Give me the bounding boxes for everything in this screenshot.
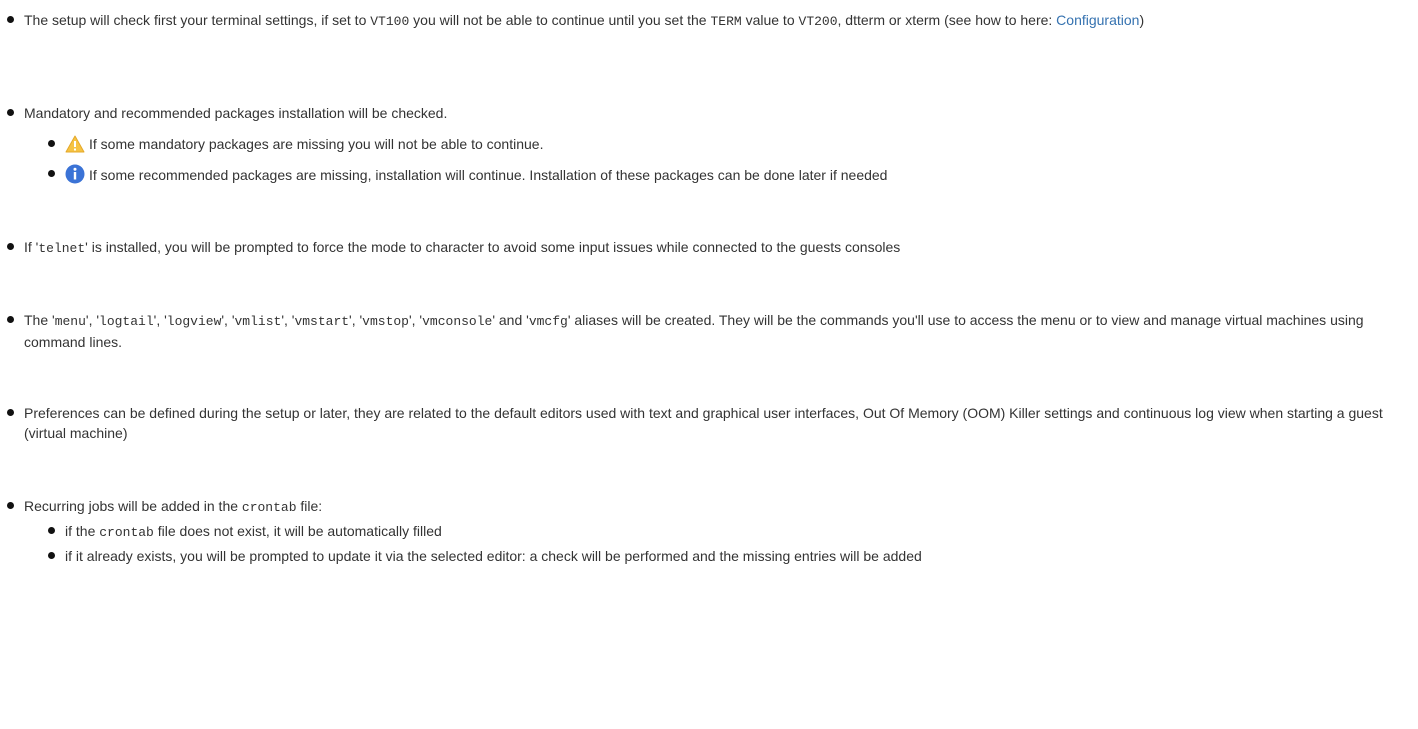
list-item-text: The setup will check first your terminal… — [24, 12, 1145, 29]
bullet — [7, 243, 14, 250]
list-item-text: If 'telnet' is installed, you will be pr… — [24, 239, 901, 256]
bullet — [48, 527, 55, 534]
list-item-text: If some recommended packages are missing… — [65, 164, 1391, 189]
info-icon — [65, 164, 85, 189]
list-item-text: Mandatory and recommended packages insta… — [24, 105, 448, 121]
list-item-text: Recurring jobs will be added in the cron… — [24, 498, 323, 515]
list-item-text: Preferences can be defined during the se… — [24, 405, 1383, 441]
bullet — [48, 170, 55, 177]
list-item-text: if it already exists, you will be prompt… — [65, 548, 922, 564]
bullet — [7, 502, 14, 509]
list-item-text: The 'menu', 'logtail', 'logview', 'vmlis… — [24, 312, 1364, 350]
bullet — [7, 316, 14, 323]
bullet — [7, 16, 14, 23]
bullet — [48, 140, 55, 147]
bullet — [7, 409, 14, 416]
configuration-link[interactable]: Configuration — [1056, 12, 1139, 28]
warning-icon — [65, 135, 85, 158]
bullet — [7, 109, 14, 116]
list-item-text: If some mandatory packages are missing y… — [65, 134, 1391, 158]
bullet — [48, 552, 55, 559]
list-item-text: if the crontab file does not exist, it w… — [65, 523, 442, 540]
